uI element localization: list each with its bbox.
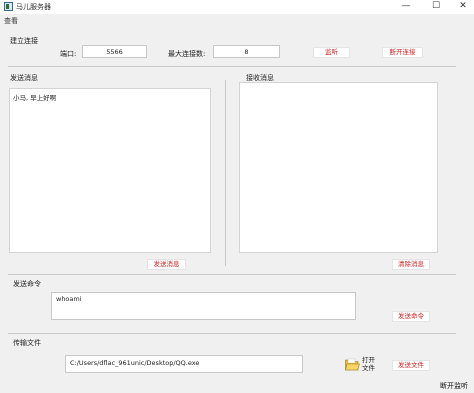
- connection-section-label: 建立连接: [10, 37, 38, 45]
- minimize-button[interactable]: —: [395, 0, 417, 14]
- divider-bottom: [8, 333, 456, 334]
- file-transfer-section-label: 传输文件: [13, 339, 41, 347]
- title-bar: 马儿服务器 — ☐ ✕: [0, 0, 474, 14]
- send-message-textarea[interactable]: 小马, 早上好啊: [9, 88, 211, 253]
- disconnect-button[interactable]: 断开连接: [382, 47, 423, 58]
- send-file-button[interactable]: 发送文件: [392, 360, 430, 371]
- port-label: 端口:: [60, 50, 77, 58]
- max-connections-input[interactable]: 8: [213, 45, 280, 58]
- clear-message-button[interactable]: 清除消息: [392, 259, 430, 270]
- divider-top: [8, 66, 456, 67]
- listen-button[interactable]: 监听: [313, 47, 350, 58]
- file-path-input[interactable]: C:/Users/dflac_961unic/Desktop/QQ.exe: [65, 355, 303, 373]
- command-section-label: 发送命令: [13, 280, 41, 288]
- app-icon: [4, 2, 13, 11]
- menu-bar: 查看: [0, 14, 474, 26]
- close-button[interactable]: ✕: [452, 0, 474, 14]
- port-input[interactable]: 5566: [82, 45, 147, 58]
- folder-open-icon: [345, 358, 360, 371]
- maximize-button[interactable]: ☐: [425, 0, 447, 14]
- open-file-button[interactable]: 打开文件: [345, 355, 379, 375]
- send-command-button[interactable]: 发送命令: [392, 311, 430, 322]
- command-input[interactable]: whoami: [51, 292, 356, 320]
- menu-view[interactable]: 查看: [4, 16, 18, 26]
- send-message-button[interactable]: 发送消息: [147, 259, 186, 270]
- send-message-section-label: 发送消息: [10, 74, 38, 82]
- status-bar-text: 断开监听: [440, 382, 468, 390]
- open-file-label: 打开文件: [362, 356, 375, 372]
- max-connections-label: 最大连接数:: [168, 50, 206, 58]
- receive-message-textarea[interactable]: [239, 82, 438, 253]
- divider-vertical: [225, 80, 226, 266]
- send-message-text: 小马, 早上好啊: [13, 94, 57, 102]
- divider-middle: [8, 274, 456, 275]
- window-title: 马儿服务器: [16, 3, 51, 11]
